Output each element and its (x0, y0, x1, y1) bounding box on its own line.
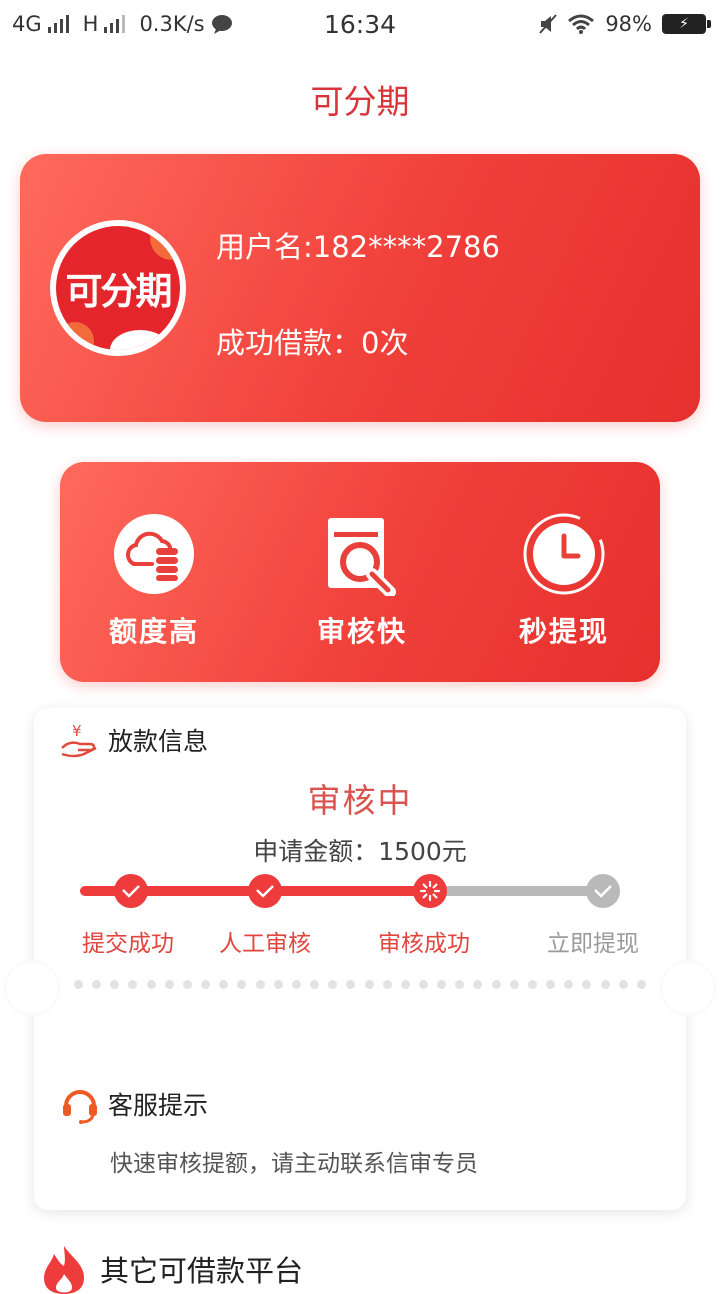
check-icon (122, 885, 140, 898)
feature-card: 额度高 审核快 秒提现 (60, 462, 660, 682)
divider-dot (382, 980, 392, 989)
divider-dot (364, 980, 374, 989)
cloud-coins-icon (114, 514, 194, 594)
battery-percent: 98% (605, 12, 652, 36)
status-right: 98% ⚡ (539, 12, 711, 36)
mute-icon (539, 14, 558, 34)
step-label-submitted: 提交成功 (82, 931, 174, 957)
battery-icon: ⚡ (662, 14, 711, 34)
successful-loans: 成功借款：0次 (216, 326, 409, 360)
feature-high-limit: 额度高 (74, 512, 234, 650)
customer-service-title: 客服提示 (108, 1091, 209, 1120)
step-label-review-success: 审核成功 (378, 931, 470, 957)
divider-dot (582, 980, 592, 989)
fire-icon (44, 1246, 84, 1294)
divider-dot (546, 980, 556, 989)
user-card: 可分期 用户名:182****2786 成功借款：0次 (20, 154, 700, 422)
document-search-icon (328, 518, 396, 598)
divider-dot (418, 980, 428, 989)
loan-info-card: ¥ 放款信息 审核中 申请金额：1500元 提交成功 人工审核 审核成功 立即提… (4, 708, 716, 1210)
divider-dot (636, 980, 646, 989)
step-dot-manual-review (248, 874, 282, 908)
divider-dot (527, 980, 537, 989)
username: 用户名:182****2786 (216, 230, 500, 264)
divider-dot (219, 980, 229, 989)
review-status: 审核中 (307, 781, 413, 820)
divider-dot (128, 980, 138, 989)
divider-dot (110, 980, 120, 989)
divider-dot (509, 980, 519, 989)
check-icon (594, 885, 612, 898)
ticket-notch-left (4, 960, 60, 1016)
divider-dot (237, 980, 247, 989)
app-logo-text: 可分期 (65, 270, 173, 313)
wifi-icon (568, 14, 595, 34)
divider-dot (92, 980, 102, 989)
divider-dot (164, 980, 174, 989)
divider-dot (455, 980, 465, 989)
divider-dot (491, 980, 501, 989)
page-title: 可分期 (310, 82, 410, 121)
loan-info-title: 放款信息 (108, 727, 209, 756)
feature-fast-review: 审核快 (282, 512, 442, 650)
status-bar: 4G H 0.3K/s 16:34 98% ⚡ (0, 0, 720, 50)
divider-dot (74, 980, 83, 989)
loading-icon (419, 880, 441, 902)
divider-dot (564, 980, 574, 989)
divider-dot (437, 980, 447, 989)
customer-service-text: 快速审核提额，请主动联系信审专员 (110, 1151, 478, 1177)
svg-text:¥: ¥ (72, 722, 82, 740)
feature-instant-withdraw: 秒提现 (484, 512, 644, 650)
divider-dot (255, 980, 265, 989)
loan-info-header: ¥ 放款信息 (60, 722, 208, 758)
feature-label: 额度高 (108, 615, 199, 648)
customer-service-header: 客服提示 (60, 1084, 208, 1124)
ticket-notch-right (660, 960, 716, 1016)
app-logo: 可分期 (56, 226, 180, 350)
divider-dot (273, 980, 283, 989)
divider-dot (328, 980, 338, 989)
step-dot-review-success (413, 874, 447, 908)
avatar[interactable]: 可分期 (50, 220, 186, 356)
feature-label: 审核快 (316, 615, 407, 648)
headset-icon (63, 1090, 97, 1124)
apply-amount: 申请金额：1500元 (253, 837, 467, 866)
other-platforms-header: 其它可借款平台 (38, 1244, 303, 1294)
divider-dot (291, 980, 301, 989)
step-label-withdraw[interactable]: 立即提现 (523, 924, 663, 958)
divider-dot (310, 980, 320, 989)
divider-dot (473, 980, 483, 989)
money-hand-icon: ¥ (61, 722, 97, 758)
clock-icon (523, 513, 605, 595)
ticket-divider (74, 980, 646, 990)
divider-dot (146, 980, 156, 989)
step-label-manual-review: 人工审核 (219, 931, 311, 957)
step-dot-withdraw (586, 874, 620, 908)
progress-track-pending (430, 886, 604, 896)
other-platforms-title: 其它可借款平台 (100, 1254, 304, 1288)
divider-dot (201, 980, 211, 989)
check-icon (256, 885, 274, 898)
divider-dot (182, 980, 192, 989)
divider-dot (346, 980, 356, 989)
feature-label: 秒提现 (518, 615, 609, 648)
divider-dot (400, 980, 410, 989)
divider-dot (600, 980, 610, 989)
divider-dot (618, 980, 628, 989)
step-dot-submitted (114, 874, 148, 908)
